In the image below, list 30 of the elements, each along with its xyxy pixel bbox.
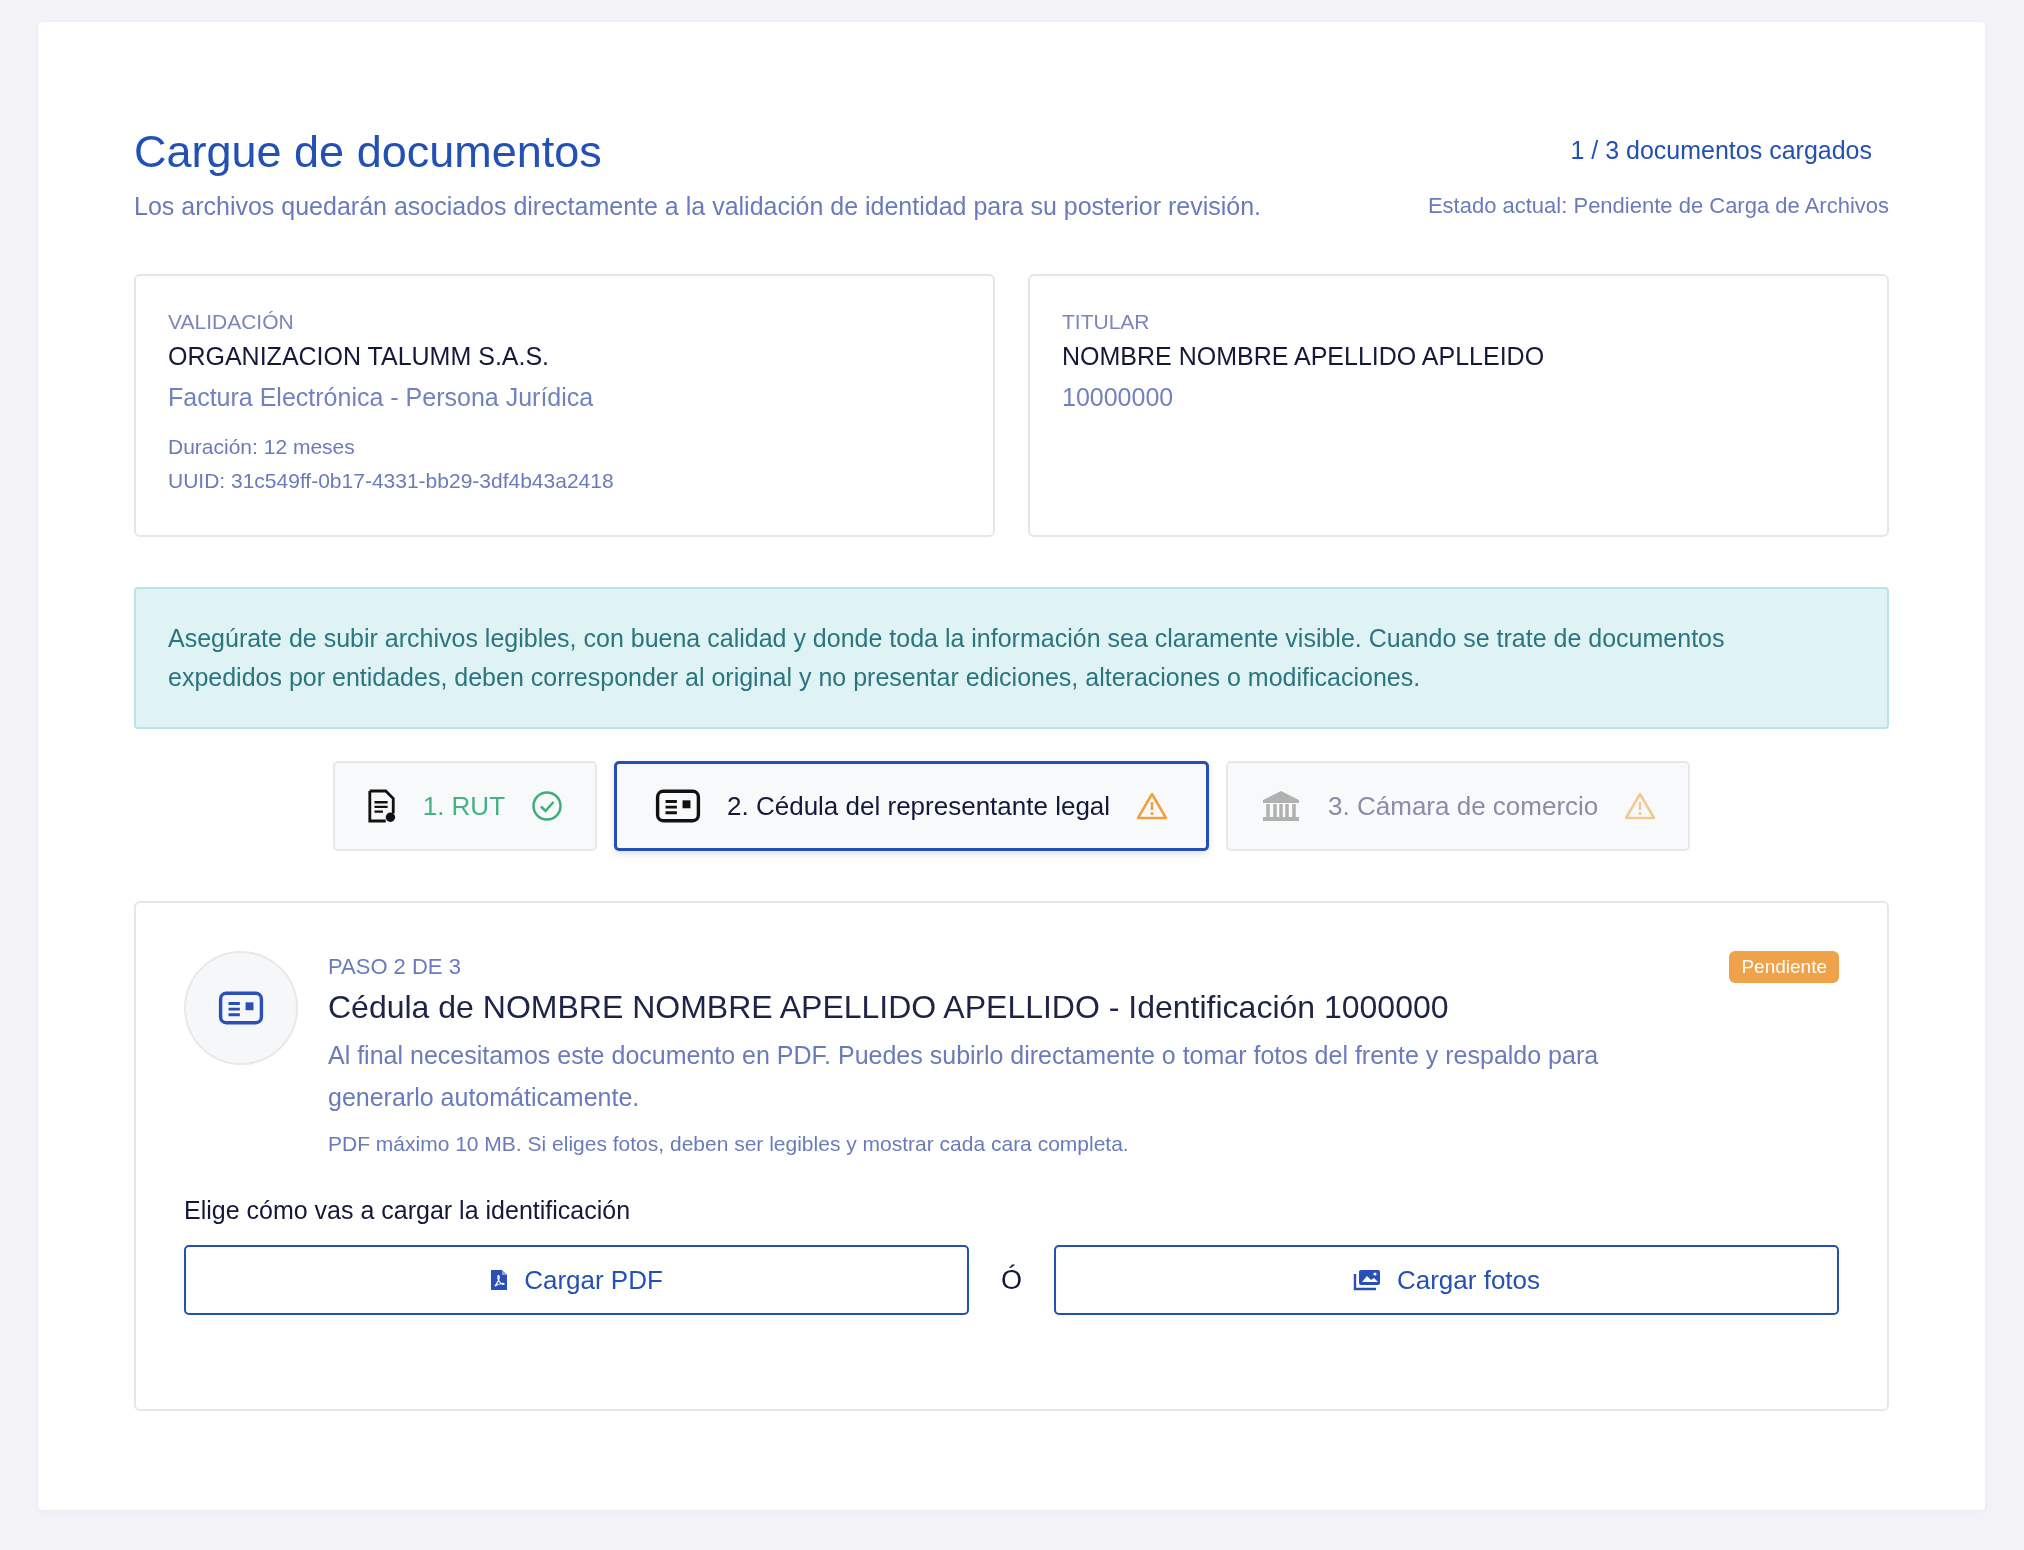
step-hint: PDF máximo 10 MB. Si eliges fotos, deben ser legibles y mostrar cada cara completa. (328, 1132, 1130, 1156)
choice-label: Elige cómo vas a cargar la identificación (184, 1196, 632, 1225)
status-text: Estado actual: Pendiente de Carga de Archivos (1427, 193, 1889, 219)
document-icon (366, 788, 397, 824)
card-detail: 10000000 (1062, 383, 1175, 412)
card-label: TITULAR (1062, 310, 1151, 334)
page-title: Cargue de documentos (134, 125, 603, 179)
step-title: Cédula de NOMBRE NOMBRE APELLIDO APELLIDO - Identificación 1000000 (328, 989, 1450, 1026)
separator-text: Ó (1001, 1264, 1022, 1296)
notice-banner: Asegúrate de subir archivos legibles, con buena calidad y donde toda la información sea claramente visible. Cuando se trate de documentos expedidos por entidades, deben corresponder al original y no presentar ediciones, alteraciones o modificaciones. (134, 587, 1889, 729)
card-meta: UUID: 31c549ff-0b17-4331-bb29-3df4b43a2418 (168, 468, 615, 494)
step-tab[interactable]: 2. Cédula del representante legal (614, 761, 1210, 851)
card-detail: Factura Electrónica - Persona Jurídica (168, 383, 595, 412)
upload-button[interactable]: Cargar fotos (1054, 1245, 1839, 1315)
check-circle-icon (531, 790, 564, 822)
page-subtitle: Los archivos quedarán asociados directamente a la validación de identidad para su posterior revisión. (134, 192, 1262, 221)
step-label: PASO 2 DE 3 (328, 954, 461, 980)
pdf-file-icon (490, 1269, 509, 1291)
warning-icon (1624, 791, 1657, 821)
card-meta: Duración: 12 meses (168, 434, 356, 460)
warning-icon (1136, 791, 1169, 821)
step-description: Al final necesitamos este documento en PDF. Puedes subirlo directamente o tomar fotos del frente y respaldo para generarlo automáticamente. (328, 1040, 1600, 1113)
upload-button[interactable]: Cargar PDF (184, 1245, 969, 1315)
images-icon (1352, 1269, 1381, 1291)
card-name: ORGANIZACION TALUMM S.A.S. (168, 342, 551, 371)
progress-text: 1 / 3 documentos cargados (1570, 136, 1872, 165)
id-card-icon (655, 789, 702, 823)
status-badge: Pendiente (1729, 951, 1839, 983)
card-name: NOMBRE NOMBRE APELLIDO APLLEIDO (1062, 342, 1546, 371)
card-label: VALIDACIÓN (168, 310, 295, 334)
